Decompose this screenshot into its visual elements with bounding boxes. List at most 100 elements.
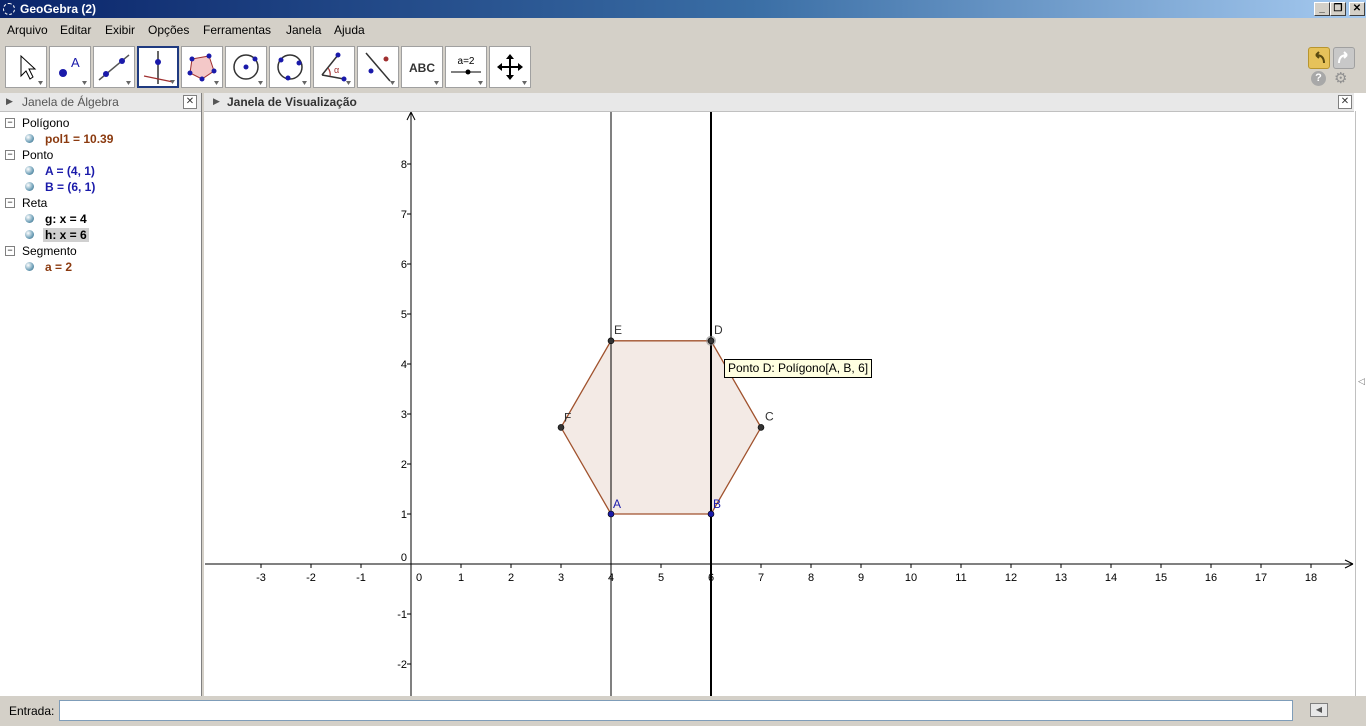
visibility-toggle-icon[interactable]: [25, 262, 34, 271]
point-B[interactable]: [707, 510, 715, 518]
collapse-icon[interactable]: −: [5, 198, 15, 208]
circle-tool-button[interactable]: [225, 46, 267, 88]
reflect-tool-button[interactable]: [357, 46, 399, 88]
x-tick-label: -3: [256, 572, 266, 584]
visibility-toggle-icon[interactable]: [25, 214, 34, 223]
algebra-object[interactable]: pol1 = 10.39: [45, 132, 113, 146]
menu-exibir[interactable]: Exibir: [105, 23, 135, 37]
virtual-keyboard-icon[interactable]: ◀: [1310, 703, 1328, 717]
minimize-button[interactable]: _: [1314, 2, 1330, 16]
polygon-icon: [187, 53, 219, 85]
move-graphics-tool-button[interactable]: [489, 46, 531, 88]
x-tick-label: 14: [1105, 572, 1117, 584]
collapse-icon[interactable]: −: [5, 150, 15, 160]
collapse-icon[interactable]: −: [5, 118, 15, 128]
point-tooltip: Ponto D: Polígono[A, B, 6]: [724, 359, 873, 378]
close-algebra-view-button[interactable]: ✕: [183, 95, 197, 109]
y-tick-label: 2: [401, 459, 407, 471]
point-icon: A: [59, 55, 87, 85]
restore-button[interactable]: ❐: [1330, 2, 1346, 16]
point-label-B: B: [713, 497, 721, 511]
toolbar: A α ABC a=2: [0, 43, 1366, 92]
perpendicular-line-tool-button[interactable]: [137, 46, 179, 88]
algebra-object[interactable]: A = (4, 1): [45, 164, 95, 178]
text-tool-label: ABC: [409, 61, 435, 75]
text-icon: ABC: [409, 61, 439, 85]
svg-text:A: A: [71, 55, 80, 70]
svg-text:α: α: [334, 65, 339, 75]
angle-tool-button[interactable]: α: [313, 46, 355, 88]
graphics-view-title: Janela de Visualização: [227, 95, 357, 109]
visibility-toggle-icon[interactable]: [25, 182, 34, 191]
reflect-line-icon: [365, 52, 395, 85]
x-tick-label: -2: [306, 572, 316, 584]
menu-janela[interactable]: Janela: [286, 23, 321, 37]
cursor-arrow-icon: [20, 54, 43, 85]
polygon-tool-button[interactable]: [181, 46, 223, 88]
perpendicular-line-icon: [143, 51, 175, 84]
graphics-canvas[interactable]: -3-2-10123456789101112131415161718876543…: [205, 112, 1355, 696]
category-poligono[interactable]: Polígono: [22, 116, 69, 130]
move-tool-button[interactable]: [5, 46, 47, 88]
algebra-view: ▶ Janela de Álgebra ✕ − Polígono pol1 = …: [0, 93, 202, 696]
collapse-left-icon: ◁: [1358, 376, 1365, 386]
redo-icon: [1338, 51, 1348, 64]
panel-expand-arrow-icon[interactable]: ▶: [6, 96, 13, 107]
help-icon[interactable]: ?: [1311, 71, 1326, 86]
category-reta[interactable]: Reta: [22, 196, 47, 210]
side-collapse-strip[interactable]: ◁: [1355, 111, 1366, 696]
point-label-A: A: [613, 497, 621, 511]
point-C[interactable]: [757, 424, 765, 431]
algebra-object[interactable]: B = (6, 1): [45, 180, 95, 194]
x-tick-label: 15: [1155, 572, 1167, 584]
x-tick-label: 3: [558, 572, 564, 584]
x-tick-label: 1: [458, 572, 464, 584]
circle-icon: [233, 54, 263, 85]
algebra-view-title: Janela de Álgebra: [22, 95, 119, 109]
point-label-D: D: [714, 323, 723, 337]
x-tick-label: 7: [758, 572, 764, 584]
point-D[interactable]: [707, 337, 715, 345]
visibility-toggle-icon[interactable]: [25, 134, 34, 143]
point-label-C: C: [765, 409, 774, 423]
redo-button[interactable]: [1333, 47, 1355, 69]
line-through-points-icon: [98, 54, 131, 85]
slider-tool-label: a=2: [458, 56, 475, 67]
slider-tool-button[interactable]: a=2: [445, 46, 487, 88]
panel-expand-arrow-icon[interactable]: ▶: [213, 96, 220, 107]
category-segmento[interactable]: Segmento: [22, 244, 77, 258]
visibility-toggle-icon[interactable]: [25, 230, 34, 239]
category-ponto[interactable]: Ponto: [22, 148, 53, 162]
gear-icon[interactable]: ⚙: [1334, 71, 1347, 86]
algebra-object[interactable]: g: x = 4: [45, 212, 87, 226]
menu-opcoes[interactable]: Opções: [148, 23, 189, 37]
menu-arquivo[interactable]: Arquivo: [7, 23, 48, 37]
visibility-toggle-icon[interactable]: [25, 166, 34, 175]
y-tick-label: 0: [401, 552, 407, 564]
undo-button[interactable]: [1308, 47, 1330, 69]
x-tick-label: -1: [356, 572, 366, 584]
close-graphics-view-button[interactable]: ✕: [1338, 95, 1352, 109]
input-field[interactable]: [59, 700, 1293, 721]
menu-ferramentas[interactable]: Ferramentas: [203, 23, 271, 37]
menu-ajuda[interactable]: Ajuda: [334, 23, 365, 37]
point-tool-button[interactable]: A: [49, 46, 91, 88]
point-E[interactable]: [607, 337, 615, 345]
geogebra-logo-icon: [3, 3, 15, 15]
input-bar: Entrada: ◀: [0, 697, 1366, 726]
menu-editar[interactable]: Editar: [60, 23, 91, 37]
collapse-icon[interactable]: −: [5, 246, 15, 256]
graphics-view-header: ▶ Janela de Visualização ✕: [204, 93, 1354, 112]
algebra-object[interactable]: a = 2: [45, 260, 72, 274]
close-window-button[interactable]: ✕: [1349, 2, 1365, 16]
line-tool-button[interactable]: [93, 46, 135, 88]
algebra-object-selected[interactable]: h: x = 6: [43, 228, 89, 242]
y-tick-label: 3: [401, 409, 407, 421]
text-tool-button[interactable]: ABC: [401, 46, 443, 88]
conic-tool-button[interactable]: [269, 46, 311, 88]
x-tick-label: 16: [1205, 572, 1217, 584]
circle-three-points-icon: [277, 54, 307, 85]
x-tick-label: 5: [658, 572, 664, 584]
point-F[interactable]: [557, 424, 565, 431]
point-A[interactable]: [607, 510, 615, 518]
